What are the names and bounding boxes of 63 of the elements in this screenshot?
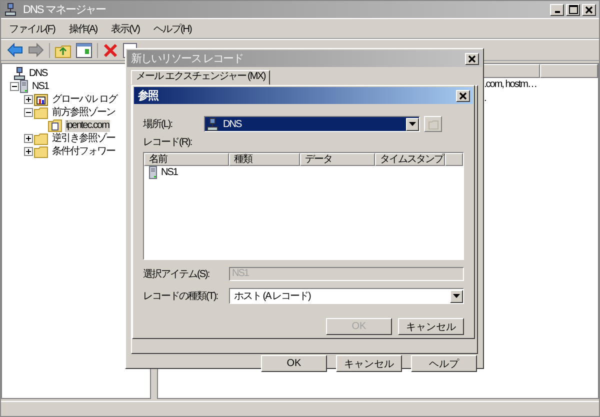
up-folder-icon[interactable] (55, 42, 71, 58)
window-title: DNS マネージャー (23, 3, 106, 17)
maximize-button[interactable] (566, 4, 580, 16)
forward-arrow-icon[interactable] (28, 43, 44, 57)
folder-icon (34, 106, 48, 118)
folder-icon (34, 146, 48, 158)
tree-item[interactable]: グローバル ログ (51, 94, 118, 106)
network-icon (5, 3, 16, 16)
tree-item[interactable]: 条件付フォワー (51, 146, 116, 158)
dropdown-arrow-icon (453, 294, 460, 298)
field-label: レコード(R): (143, 136, 193, 149)
zone-icon (48, 119, 62, 132)
minimize-icon (554, 11, 560, 13)
expand-icon[interactable] (24, 147, 32, 156)
record-type-dropdown[interactable]: ホスト (A レコード) (229, 288, 464, 304)
tree-item[interactable]: ipentec.com (65, 120, 110, 132)
list-item[interactable]: . (484, 93, 486, 104)
network-icon (14, 67, 25, 80)
collapse-icon[interactable] (24, 108, 32, 117)
tree-item[interactable]: 逆引き参照ゾー (51, 132, 116, 144)
folder-icon (428, 118, 438, 130)
menu-item[interactable]: 表示(V) (111, 22, 140, 36)
back-arrow-icon[interactable] (7, 43, 23, 57)
expand-icon[interactable] (24, 134, 32, 143)
dialog-title: 参照 (138, 88, 160, 103)
folder-icon (34, 132, 48, 144)
tree-item[interactable]: DNS (28, 68, 48, 80)
list-item[interactable]: .com, hostm… (484, 79, 536, 90)
log-icon (34, 93, 48, 106)
column-header[interactable]: タイムスタンプ (375, 153, 445, 166)
server-icon (20, 80, 28, 93)
minimize-button[interactable] (550, 4, 564, 16)
close-button[interactable] (456, 90, 470, 102)
dropdown-arrow-icon (409, 122, 416, 126)
dialog-button[interactable]: キャンセル (398, 318, 464, 335)
column-header[interactable]: 名前 (144, 153, 229, 166)
delete-icon[interactable] (103, 42, 118, 58)
menu-item[interactable]: ファイル(F) (9, 22, 55, 36)
window-icon[interactable] (76, 42, 92, 58)
dialog-button[interactable]: キャンセル (336, 355, 402, 372)
field-label: レコードの種類(T): (143, 290, 219, 303)
list-item[interactable]: NS1 (144, 166, 463, 179)
column-header[interactable]: 種類 (229, 153, 300, 166)
expand-icon[interactable] (24, 95, 32, 104)
column-header[interactable] (445, 153, 463, 166)
maximize-icon (568, 5, 578, 14)
dialog-button[interactable]: ヘルプ (411, 355, 477, 372)
tree-item[interactable]: NS1 (31, 80, 50, 92)
tab[interactable]: メール エクスチェンジャー (MX) (131, 70, 270, 85)
tree-item[interactable]: 前方参照ゾーン (51, 106, 116, 118)
dialog-title: 新しいリソース レコード (131, 52, 244, 66)
location-dropdown[interactable]: DNS (204, 116, 420, 132)
menu-item[interactable]: ヘルプ(H) (153, 22, 192, 36)
close-button[interactable] (582, 4, 596, 16)
column-header[interactable]: データ (300, 153, 375, 166)
field-label: 選択アイテム(S): (143, 268, 210, 281)
collapse-icon[interactable] (10, 82, 18, 91)
dialog-button[interactable]: OK (261, 355, 327, 372)
column-header[interactable] (540, 64, 598, 78)
menu-item[interactable]: 操作(A) (68, 22, 98, 36)
network-icon (207, 118, 218, 130)
field-label: 場所(L): (143, 118, 174, 131)
up-level-button[interactable] (424, 116, 442, 132)
